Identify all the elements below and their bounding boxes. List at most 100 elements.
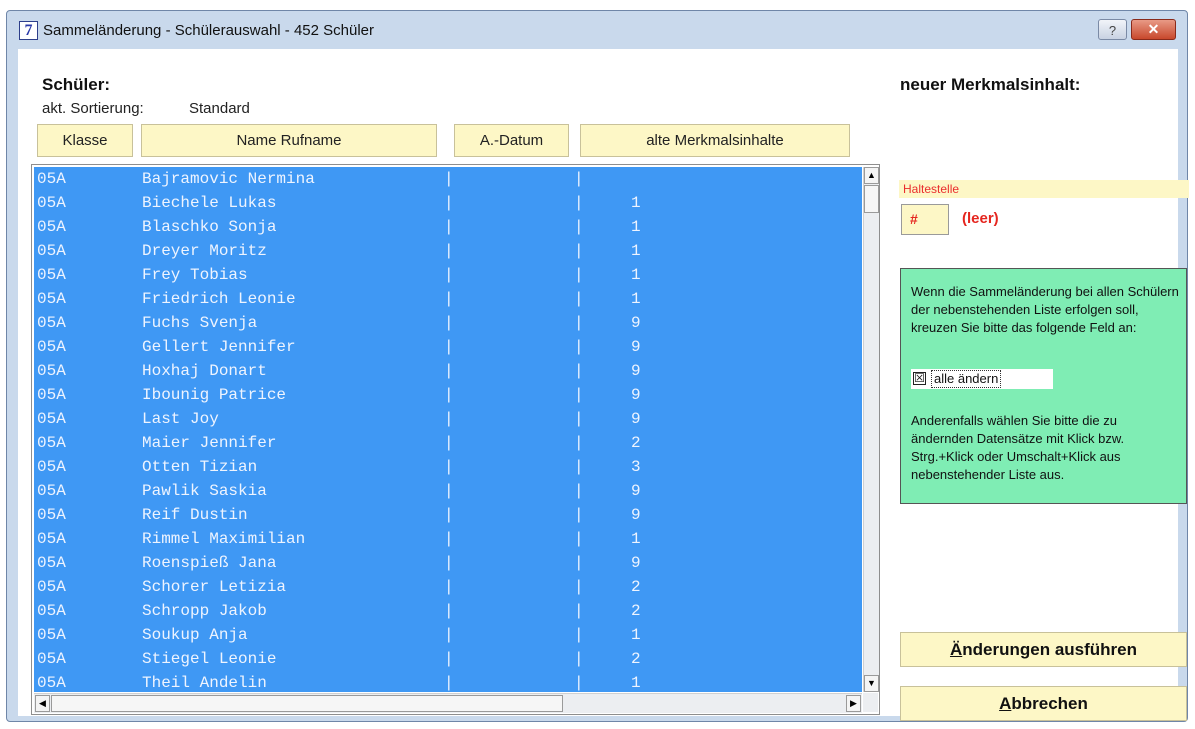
list-item[interactable]: 05A Gellert Jennifer | | 9 xyxy=(34,335,862,359)
row-class: 05A xyxy=(37,530,66,548)
row-old-value: 1 xyxy=(631,530,641,548)
list-item[interactable]: 05A Fuchs Svenja | | 9 xyxy=(34,311,862,335)
list-item[interactable]: 05A Roenspieß Jana | | 9 xyxy=(34,551,862,575)
column-separator: | xyxy=(574,362,584,380)
vertical-scroll-thumb[interactable] xyxy=(864,185,879,213)
list-item[interactable]: 05A Ibounig Patrice | | 9 xyxy=(34,383,862,407)
row-old-value: 9 xyxy=(631,314,641,332)
row-name: Bajramovic Nermina xyxy=(142,170,315,188)
scrollbar-corner xyxy=(863,693,878,712)
list-item[interactable]: 05A Maier Jennifer | | 2 xyxy=(34,431,862,455)
row-name: Friedrich Leonie xyxy=(142,290,296,308)
list-item[interactable]: 05A Friedrich Leonie | | 1 xyxy=(34,287,862,311)
row-class: 05A xyxy=(37,434,66,452)
column-separator: | xyxy=(574,530,584,548)
row-old-value: 9 xyxy=(631,554,641,572)
row-old-value: 1 xyxy=(631,674,641,692)
row-old-value: 9 xyxy=(631,506,641,524)
change-all-label[interactable]: alle ändern xyxy=(931,370,1002,388)
row-class: 05A xyxy=(37,242,66,260)
row-old-value: 9 xyxy=(631,386,641,404)
list-item[interactable]: 05A Soukup Anja | | 1 xyxy=(34,623,862,647)
list-item[interactable]: 05A Last Joy | | 9 xyxy=(34,407,862,431)
column-separator: | xyxy=(444,338,454,356)
row-old-value: 1 xyxy=(631,194,641,212)
execute-mnemonic: Ä xyxy=(949,640,963,659)
column-separator: | xyxy=(444,650,454,668)
row-name: Hoxhaj Donart xyxy=(142,362,267,380)
scroll-right-icon[interactable]: ▶ xyxy=(846,695,861,712)
new-value-input[interactable]: # xyxy=(901,204,949,235)
list-item[interactable]: 05A Frey Tobias | | 1 xyxy=(34,263,862,287)
sort-by-date-button[interactable]: A.-Datum xyxy=(454,124,569,157)
close-button[interactable]: ✕ xyxy=(1131,19,1176,40)
list-item[interactable]: 05A Stiegel Leonie | | 2 xyxy=(34,647,862,671)
column-separator: | xyxy=(444,362,454,380)
column-separator: | xyxy=(574,410,584,428)
list-item[interactable]: 05A Schorer Letizia | | 2 xyxy=(34,575,862,599)
list-item[interactable]: 05A Theil Andelin | | 1 xyxy=(34,671,862,692)
column-separator: | xyxy=(444,242,454,260)
new-value-text: (leer) xyxy=(962,210,999,227)
student-list[interactable]: 05A Bajramovic Nermina | | 05A Biechele Lukas… xyxy=(34,167,862,692)
row-class: 05A xyxy=(37,314,66,332)
list-item[interactable]: 05A Dreyer Moritz | | 1 xyxy=(34,239,862,263)
column-separator: | xyxy=(574,170,584,188)
change-all-option[interactable]: ☒ alle ändern xyxy=(911,369,1053,389)
column-separator: | xyxy=(574,602,584,620)
list-item[interactable]: 05A Reif Dustin | | 9 xyxy=(34,503,862,527)
student-listbox[interactable]: 05A Bajramovic Nermina | | 05A Biechele Lukas… xyxy=(31,164,880,715)
list-item[interactable]: 05A Schropp Jakob | | 2 xyxy=(34,599,862,623)
column-separator: | xyxy=(444,170,454,188)
column-separator: | xyxy=(444,314,454,332)
row-class: 05A xyxy=(37,290,66,308)
checkbox-checked-icon[interactable]: ☒ xyxy=(913,372,926,385)
column-separator: | xyxy=(444,554,454,572)
column-separator: | xyxy=(574,218,584,236)
row-old-value: 9 xyxy=(631,482,641,500)
scroll-up-icon[interactable]: ▲ xyxy=(864,167,879,184)
scroll-left-icon[interactable]: ◀ xyxy=(35,695,50,712)
scroll-down-icon[interactable]: ▼ xyxy=(864,675,879,692)
sort-by-class-button[interactable]: Klasse xyxy=(37,124,133,157)
row-old-value: 2 xyxy=(631,650,641,668)
list-item[interactable]: 05A Bajramovic Nermina | | xyxy=(34,167,862,191)
info-panel: Wenn die Sammeländerung bei allen Schüle… xyxy=(900,268,1187,504)
row-old-value: 1 xyxy=(631,242,641,260)
column-separator: | xyxy=(444,434,454,452)
row-old-value: 2 xyxy=(631,602,641,620)
horizontal-scroll-thumb[interactable] xyxy=(51,695,563,712)
window-title: Sammeländerung - Schülerauswahl - 452 Sc… xyxy=(43,22,375,39)
list-item[interactable]: 05A Pawlik Saskia | | 9 xyxy=(34,479,862,503)
cancel-button[interactable]: Abbrechen xyxy=(900,686,1187,721)
sort-by-name-button[interactable]: Name Rufname xyxy=(141,124,437,157)
list-item[interactable]: 05A Biechele Lukas | | 1 xyxy=(34,191,862,215)
field-name-label: Haltestelle xyxy=(899,180,1189,198)
list-item[interactable]: 05A Otten Tizian | | 3 xyxy=(34,455,862,479)
list-item[interactable]: 05A Rimmel Maximilian | | 1 xyxy=(34,527,862,551)
vertical-scrollbar[interactable]: ▲ ▼ xyxy=(863,167,879,692)
column-separator: | xyxy=(444,194,454,212)
column-separator: | xyxy=(444,674,454,692)
column-separator: | xyxy=(574,482,584,500)
list-item[interactable]: 05A Blaschko Sonja | | 1 xyxy=(34,215,862,239)
execute-changes-button[interactable]: Änderungen ausführen xyxy=(900,632,1187,667)
list-item[interactable]: 05A Hoxhaj Donart | | 9 xyxy=(34,359,862,383)
row-name: Dreyer Moritz xyxy=(142,242,267,260)
column-separator: | xyxy=(574,578,584,596)
sort-by-old-value-button[interactable]: alte Merkmalsinhalte xyxy=(580,124,850,157)
column-separator: | xyxy=(444,266,454,284)
row-name: Schropp Jakob xyxy=(142,602,267,620)
students-heading: Schüler: xyxy=(42,75,111,94)
row-old-value: 9 xyxy=(631,362,641,380)
column-separator: | xyxy=(444,410,454,428)
horizontal-scrollbar[interactable]: ◀ ▶ xyxy=(34,693,862,713)
row-name: Maier Jennifer xyxy=(142,434,277,452)
row-name: Reif Dustin xyxy=(142,506,248,524)
column-separator: | xyxy=(574,338,584,356)
row-old-value: 2 xyxy=(631,578,641,596)
row-name: Roenspieß Jana xyxy=(142,554,277,572)
row-class: 05A xyxy=(37,626,66,644)
row-class: 05A xyxy=(37,170,66,188)
help-button[interactable]: ? xyxy=(1098,19,1127,40)
